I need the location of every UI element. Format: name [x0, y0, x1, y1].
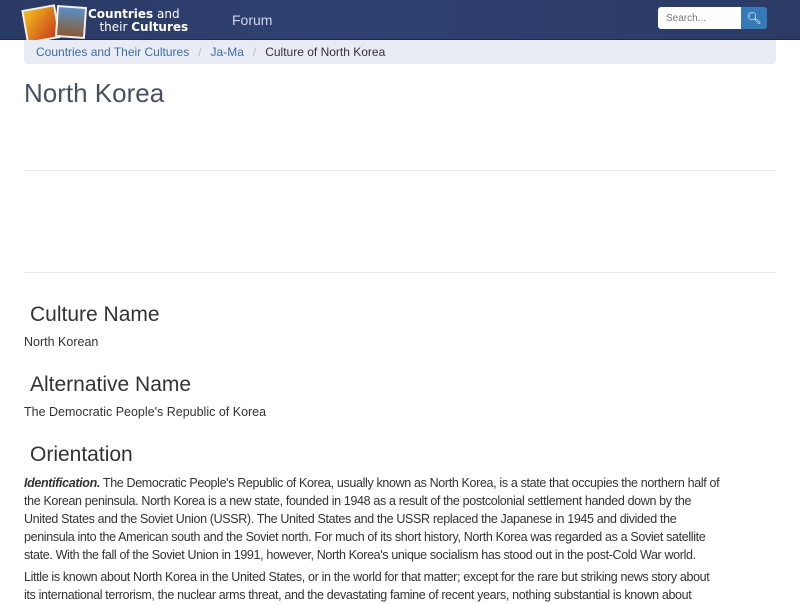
top-navbar: Countries and their Cultures Forum 🔍︎: [0, 0, 800, 44]
logo-image-statues: [54, 4, 88, 40]
breadcrumb-separator: /: [198, 45, 202, 59]
identification-paragraph: Identification. The Democratic People's …: [24, 474, 784, 564]
second-paragraph: Little is known about North Korea in the…: [24, 568, 784, 604]
section-heading-alternative-name: Alternative Name: [30, 373, 192, 396]
paragraph-line: state. With the fall of the Soviet Union…: [24, 548, 696, 562]
logo-text: Countries and their Cultures: [88, 7, 189, 34]
breadcrumb-home[interactable]: Countries and Their Cultures: [36, 45, 189, 59]
paragraph-line: Little is known about North Korea in the…: [24, 570, 710, 584]
search-button[interactable]: 🔍︎: [741, 7, 767, 29]
page-title: North Korea: [24, 78, 165, 108]
culture-name-text: North Korean: [24, 335, 99, 349]
paragraph-line: peninsula into the American south and th…: [24, 530, 706, 544]
paragraph-line: United States and the Soviet Union (USSR…: [24, 512, 677, 526]
section-heading-culture-name: Culture Name: [30, 303, 160, 326]
alternative-name-text: The Democratic People's Republic of Kore…: [24, 405, 267, 419]
search-icon: 🔍︎: [746, 11, 762, 25]
paragraph-line: The Democratic People's Republic of Kore…: [100, 476, 720, 490]
breadcrumb-current: Culture of North Korea: [265, 45, 386, 59]
divider: [24, 272, 776, 273]
divider: [24, 170, 776, 171]
breadcrumb-separator: /: [252, 45, 257, 59]
paragraph-line: its international terrorism, the nuclear…: [24, 588, 692, 602]
section-heading-orientation: Orientation: [30, 443, 133, 466]
nav-forum-link[interactable]: Forum: [232, 12, 272, 28]
search-input[interactable]: [658, 7, 741, 29]
paragraph-line: the Korean peninsula. North Korea is a n…: [24, 494, 692, 508]
breadcrumb: Countries and Their Cultures / Ja-Ma / Cultu…: [24, 40, 776, 64]
breadcrumb-ja-ma[interactable]: Ja-Ma: [211, 45, 244, 59]
identification-lead: Identification.: [24, 476, 101, 490]
site-logo[interactable]: Countries and their Cultures: [21, 4, 217, 44]
